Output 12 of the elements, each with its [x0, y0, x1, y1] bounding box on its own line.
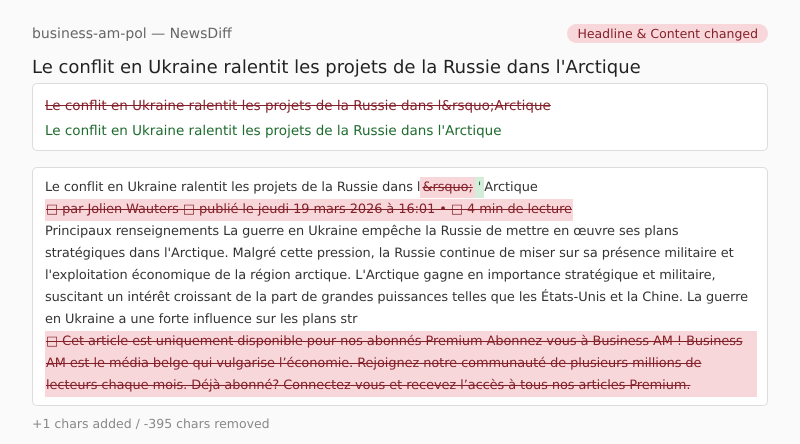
content-text: Principaux renseignements La guerre en Ukraine empêche la Russie de mettre en œuvre ses plans stratégiques dans l'Arctique. Malgré cette pression, la Russie continue de miser sur sa présence militaire et l'exploitation économique de la région arctique. L'Arctique gagne en importance stratégique et militaire, suscitant un intérêt croissant de la part de grandes puissances telles que les États-Unis et la Chine. La guerre en Ukraine a une forte influence sur les plans str — [45, 224, 748, 327]
source-title: business-am-pol — NewsDiff — [32, 26, 232, 42]
removed-text: □ par Jolien Wauters □ publié le jeudi 19 mars 2026 à 16:01 • □ 4 min de lecture — [45, 199, 573, 221]
added-headline: Le conflit en Ukraine ralentit les projets de la Russie dans l'Arctique — [45, 122, 503, 141]
removed-text: &rsquo; — [420, 177, 475, 198]
content-text: Le conflit en Ukraine ralentit les projets de la Russie dans l — [45, 180, 420, 195]
change-summary: +1 chars added / -395 chars removed — [32, 416, 271, 431]
change-badge: Headline & Content changed — [567, 24, 768, 43]
content-text: Arctique — [484, 180, 538, 195]
removed-text: □ Cet article est uniquement disponible pour nos abonnés Premium Abonnez-vous à Business AM ! Business AM est le média belge qui vulgarise l’économie. Rejoignez notre communauté de plusieurs millions de lecteurs chaque mois. Déjà abonné? Connectez-vous et recevez l’accès à tous nos articles Premium. — [45, 331, 757, 397]
removed-headline: Le conflit en Ukraine ralentit les projets de la Russie dans l&rsquo;Arctique — [45, 97, 552, 116]
headline: Le conflit en Ukraine ralentit les projets de la Russie dans l'Arctique — [32, 57, 642, 79]
